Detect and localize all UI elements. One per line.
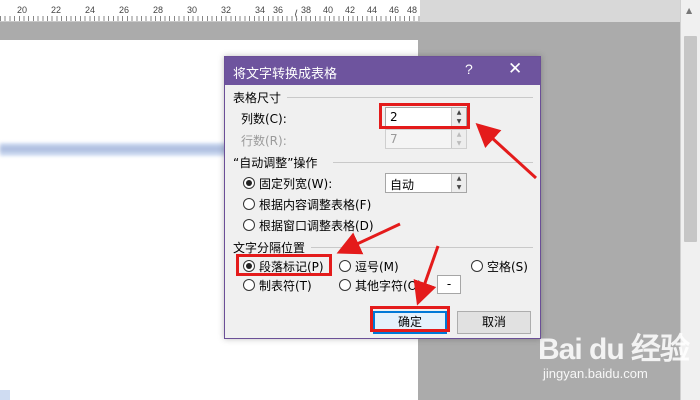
ruler-number: 42 [344, 5, 356, 15]
group-divider [287, 97, 533, 98]
ruler-number: 24 [84, 5, 96, 15]
ruler-number: 48 [406, 5, 418, 15]
cancel-button[interactable]: 取消 [457, 311, 531, 334]
tab-radio[interactable] [243, 279, 255, 291]
autofit-content-radio[interactable] [243, 198, 255, 210]
fixed-width-spin-buttons[interactable]: ▲ ▼ [451, 174, 466, 192]
autofit-group-label: “自动调整”操作 [233, 156, 318, 170]
ruler-number: 40 [322, 5, 334, 15]
ruler-number: 34 [254, 5, 266, 15]
watermark-url: jingyan.baidu.com [543, 366, 648, 381]
autofit-window-radio[interactable] [243, 219, 255, 231]
highlight-ok-button [370, 306, 450, 332]
spin-down-icon: ▼ [456, 140, 462, 147]
ruler-number: 30 [186, 5, 198, 15]
scrollbar-thumb[interactable] [684, 36, 697, 242]
baidu-jingyan-logo: Bai du 经验 [538, 333, 690, 366]
fixed-width-spinner[interactable]: 自动 ▲ ▼ [385, 173, 467, 193]
autofit-content-label[interactable]: 根据内容调整表格(F) [259, 196, 371, 213]
highlight-columns [379, 103, 470, 129]
comma-label[interactable]: 逗号(M) [355, 258, 399, 275]
ruler-number: 46 [388, 5, 400, 15]
spin-down-icon[interactable]: ▼ [452, 183, 466, 192]
highlight-paragraph-mark [236, 254, 332, 276]
ruler-number: 38 [300, 5, 312, 15]
ruler-number: 36 [272, 5, 284, 15]
space-label[interactable]: 空格(S) [487, 258, 528, 275]
ruler-number: 26 [118, 5, 130, 15]
other-char-input[interactable]: - [437, 275, 461, 294]
ruler-number: 20 [16, 5, 28, 15]
comma-radio[interactable] [339, 260, 351, 272]
columns-label: 列数(C): [241, 112, 287, 126]
ruler-number: 22 [50, 5, 62, 15]
ruler-number: 44 [366, 5, 378, 15]
selection-fragment [0, 390, 10, 400]
dialog-title: 将文字转换成表格 [233, 67, 338, 82]
other-char-label[interactable]: 其他字符(O): [355, 277, 426, 294]
spin-up-icon[interactable]: ▲ [452, 174, 466, 183]
fixed-width-label[interactable]: 固定列宽(W): [259, 175, 332, 192]
dialog-titlebar[interactable]: 将文字转换成表格 ? ✕ [225, 57, 540, 85]
close-button[interactable]: ✕ [508, 59, 522, 79]
table-size-group-label: 表格尺寸 [233, 91, 282, 105]
tab-label[interactable]: 制表符(T) [259, 277, 312, 294]
autofit-window-label[interactable]: 根据窗口调整表格(D) [259, 217, 374, 234]
ruler-number: 32 [220, 5, 232, 15]
rows-spinner: 7 ▲ ▼ [385, 129, 467, 149]
rows-label: 行数(R): [241, 134, 287, 148]
spin-up-icon: ▲ [456, 131, 462, 138]
selected-text-blurred-glyphs [0, 146, 240, 152]
convert-text-to-table-dialog: 将文字转换成表格 ? ✕ 表格尺寸 列数(C): 2 ▲ ▼ 行数(R): 7 … [224, 56, 541, 339]
scroll-up-icon[interactable]: ▲ [686, 6, 692, 15]
horizontal-ruler[interactable]: 20 22 24 26 28 30 32 34 36 ⟨ 38 40 42 44… [0, 0, 680, 22]
fixed-width-radio[interactable] [243, 177, 255, 189]
rows-value: 7 [390, 132, 398, 146]
group-divider [311, 247, 533, 248]
ruler-number: 28 [152, 5, 164, 15]
fixed-width-value[interactable]: 自动 [390, 176, 414, 193]
rows-spin-buttons: ▲ ▼ [451, 130, 466, 148]
group-divider [333, 162, 533, 163]
other-char-radio[interactable] [339, 279, 351, 291]
help-button[interactable]: ? [465, 61, 473, 77]
space-radio[interactable] [471, 260, 483, 272]
watermark: Bai du 经验 jingyan.baidu.com [538, 324, 690, 394]
ruler-margin-area [420, 0, 680, 22]
